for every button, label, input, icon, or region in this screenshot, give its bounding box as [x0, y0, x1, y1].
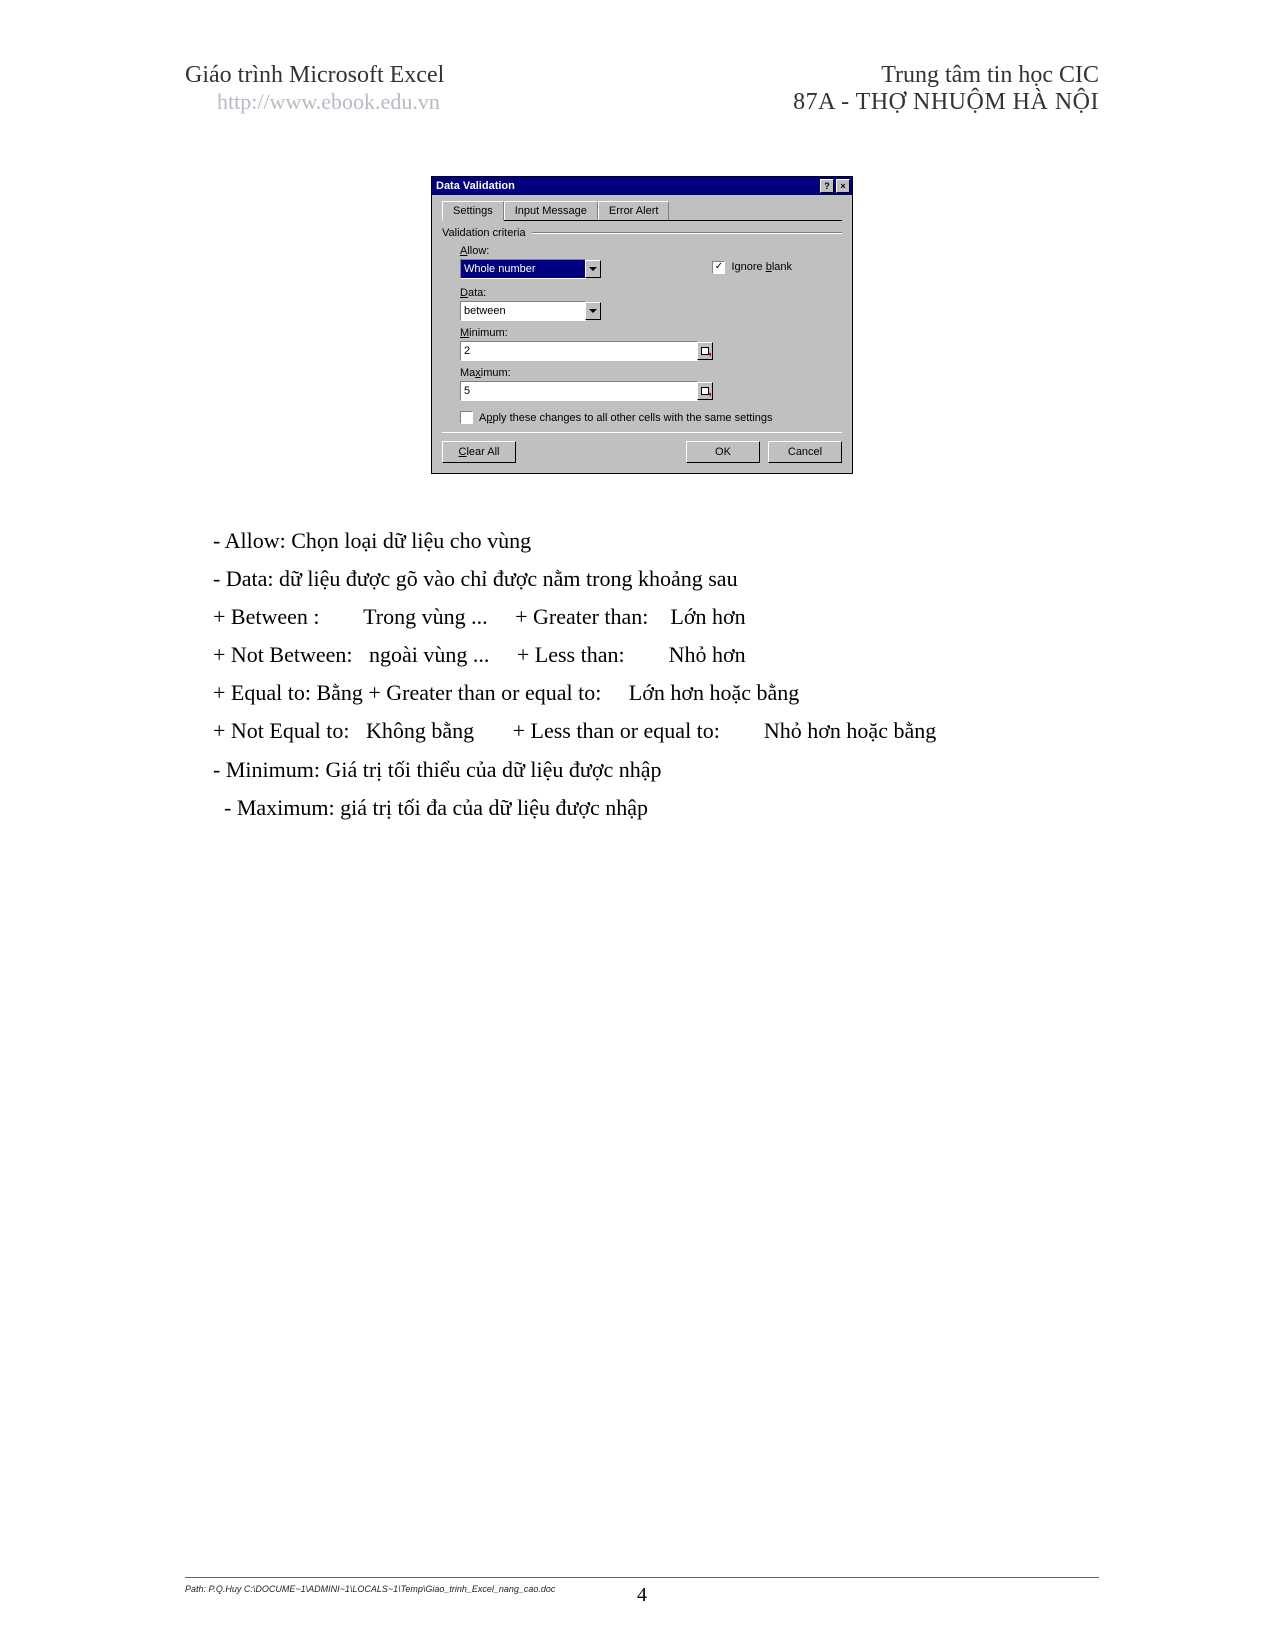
- chevron-down-icon: [589, 309, 597, 313]
- tab-error-alert[interactable]: Error Alert: [598, 201, 670, 220]
- page-footer: Path: P.Q.Huy C:\DOCUME~1\ADMINI~1\LOCAL…: [185, 1577, 1099, 1594]
- header-right-center: Trung tâm tin học CIC: [881, 62, 1099, 89]
- maximum-ref-button[interactable]: [697, 382, 713, 400]
- header-left-title: Giáo trình Microsoft Excel: [185, 62, 444, 89]
- minimum-label: Minimum:: [460, 327, 842, 339]
- header-url: http://www.ebook.edu.vn: [185, 89, 440, 116]
- body-line: + Not Between: ngoài vùng ... + Less tha…: [213, 638, 1099, 672]
- body-line: - Allow: Chọn loại dữ liệu cho vùng: [213, 524, 1099, 558]
- body-line: - Minimum: Giá trị tối thiểu của dữ liệu…: [213, 753, 1099, 787]
- close-button[interactable]: ×: [836, 179, 850, 193]
- dialog-title: Data Validation: [436, 180, 515, 192]
- data-validation-dialog: Data Validation ? × Settings Input Messa…: [431, 176, 853, 474]
- ok-button[interactable]: OK: [686, 441, 760, 463]
- help-button[interactable]: ?: [820, 179, 834, 193]
- data-dropdown-button[interactable]: [585, 302, 601, 320]
- body-text: - Allow: Chọn loại dữ liệu cho vùng - Da…: [213, 524, 1099, 825]
- group-label: Validation criteria: [442, 227, 526, 239]
- body-line: - Maximum: giá trị tối đa của dữ liệu đư…: [213, 791, 1099, 825]
- allow-dropdown[interactable]: Whole number: [460, 259, 586, 279]
- body-line: + Equal to: Bằng + Greater than or equal…: [213, 676, 1099, 710]
- apply-all-checkbox[interactable]: [460, 411, 473, 424]
- cancel-button[interactable]: Cancel: [768, 441, 842, 463]
- data-label: Data:: [460, 287, 842, 299]
- tab-input-message[interactable]: Input Message: [504, 201, 598, 220]
- maximum-input[interactable]: 5: [460, 381, 698, 401]
- tab-settings[interactable]: Settings: [442, 201, 504, 221]
- dialog-tabs: Settings Input Message Error Alert: [442, 201, 842, 221]
- page-header: Giáo trình Microsoft Excel Trung tâm tin…: [185, 62, 1099, 116]
- body-line: + Between : Trong vùng ... + Greater tha…: [213, 600, 1099, 634]
- data-dropdown[interactable]: between: [460, 301, 586, 321]
- clear-all-button[interactable]: Clear All: [442, 441, 516, 463]
- dialog-titlebar[interactable]: Data Validation ? ×: [432, 177, 852, 195]
- body-line: + Not Equal to: Không bằng + Less than o…: [213, 714, 1099, 748]
- validation-criteria-group: Validation criteria: [442, 227, 842, 239]
- allow-label: Allow:: [460, 245, 601, 257]
- range-select-icon: [700, 386, 710, 396]
- range-select-icon: [700, 346, 710, 356]
- page-number: 4: [637, 1584, 647, 1607]
- footer-path: Path: P.Q.Huy C:\DOCUME~1\ADMINI~1\LOCAL…: [185, 1584, 555, 1594]
- allow-dropdown-button[interactable]: [585, 260, 601, 278]
- minimum-ref-button[interactable]: [697, 342, 713, 360]
- body-line: - Data: dữ liệu được gõ vào chỉ được nằm…: [213, 562, 1099, 596]
- maximum-label: Maximum:: [460, 367, 842, 379]
- ignore-blank-label: Ignore blank: [731, 261, 792, 273]
- chevron-down-icon: [589, 267, 597, 271]
- minimum-input[interactable]: 2: [460, 341, 698, 361]
- page: Giáo trình Microsoft Excel Trung tâm tin…: [0, 0, 1274, 1649]
- apply-all-label: Apply these changes to all other cells w…: [479, 412, 773, 424]
- header-right-address: 87A - THỢ NHUỘM HÀ NỘI: [793, 89, 1099, 116]
- ignore-blank-checkbox[interactable]: ✓: [712, 261, 725, 274]
